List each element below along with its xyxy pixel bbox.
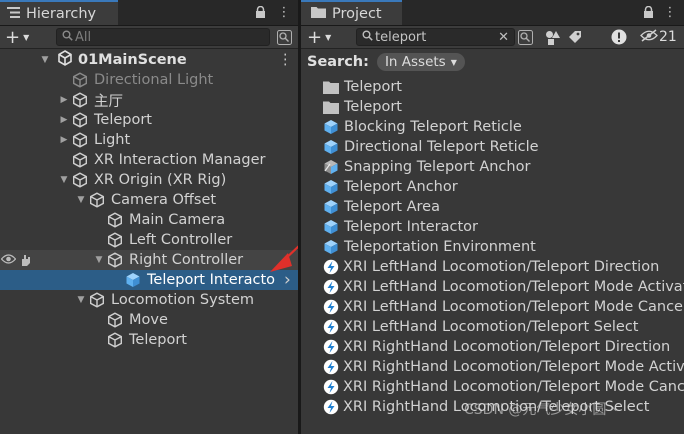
- prefab-variant-icon: [323, 159, 344, 175]
- asset-list-item[interactable]: XRI RightHand Locomotion/Teleport Mode C…: [323, 377, 684, 397]
- asset-label: XRI RightHand Locomotion/Teleport Direct…: [343, 339, 671, 355]
- search-scope-value: In Assets: [384, 54, 446, 70]
- search-scope-dropdown[interactable]: In Assets ▼: [376, 53, 465, 71]
- prefab-icon: [323, 179, 344, 195]
- hierarchy-panel: Hierarchy ⋮ + ▼ ▼ 01MainScene ⋮: [0, 0, 298, 434]
- input-action-icon: [323, 319, 343, 335]
- asset-list-item[interactable]: XRI RightHand Locomotion/Teleport Mode A…: [323, 357, 684, 377]
- eye-slash-icon: [640, 28, 658, 46]
- folder-icon: [323, 81, 344, 94]
- asset-list-item[interactable]: Teleportation Environment: [323, 237, 536, 257]
- asset-list-item[interactable]: Blocking Teleport Reticle: [323, 117, 522, 137]
- clear-search-icon[interactable]: ✕: [498, 30, 509, 45]
- chevron-down-icon: ▼: [450, 57, 457, 67]
- filter-by-label-icon[interactable]: [564, 28, 586, 46]
- folder-icon: [323, 101, 344, 114]
- create-asset-button[interactable]: + ▼: [307, 26, 332, 48]
- input-action-icon: [323, 379, 343, 395]
- search-icon: [362, 29, 373, 45]
- input-action-icon: [323, 359, 343, 375]
- asset-label: Blocking Teleport Reticle: [344, 119, 522, 135]
- asset-list-item[interactable]: Teleport Interactor: [323, 217, 478, 237]
- project-toolbar: + ▼ ✕ 21: [301, 26, 684, 49]
- search-scope-label: Search:: [307, 54, 369, 70]
- asset-list-item[interactable]: XRI RightHand Locomotion/Teleport Direct…: [323, 337, 670, 357]
- asset-label: Teleport Anchor: [344, 179, 458, 195]
- asset-list-item[interactable]: Teleport: [323, 97, 402, 117]
- asset-label: Snapping Teleport Anchor: [344, 159, 531, 175]
- annotation-arrow-icon: [270, 245, 298, 272]
- input-action-icon: [323, 399, 343, 415]
- asset-label: Teleport: [344, 99, 402, 115]
- prefab-icon: [323, 199, 344, 215]
- asset-label: Teleport Interactor: [344, 219, 479, 235]
- prefab-icon: [323, 239, 344, 255]
- asset-list-item[interactable]: Teleport Area: [323, 197, 440, 217]
- asset-list-item[interactable]: Teleport Anchor: [323, 177, 458, 197]
- asset-label: Teleport Area: [344, 199, 440, 215]
- watermark: CSDN @元气少女小圆丶: [464, 402, 621, 418]
- project-tab-bar: Project ⋮: [301, 0, 684, 26]
- tab-project[interactable]: Project: [301, 0, 402, 25]
- asset-list-item[interactable]: Teleport: [323, 77, 402, 97]
- search-by-type-icon[interactable]: [514, 28, 536, 46]
- hidden-packages-toggle[interactable]: 21: [640, 28, 677, 46]
- input-action-icon: [323, 259, 343, 275]
- prefab-icon: [323, 219, 344, 235]
- project-panel: Project ⋮ + ▼ ✕: [301, 0, 684, 434]
- asset-list-item[interactable]: XRI LeftHand Locomotion/Teleport Mode Ca…: [323, 297, 684, 317]
- filter-by-type-icon[interactable]: [541, 28, 563, 46]
- asset-label: XRI RightHand Locomotion/Teleport Mode C…: [343, 379, 684, 395]
- asset-label: Teleportation Environment: [344, 239, 536, 255]
- input-action-icon: [323, 279, 343, 295]
- asset-label: XRI LeftHand Locomotion/Teleport Mode Ca…: [343, 299, 684, 315]
- tab-project-label: Project: [332, 5, 382, 22]
- project-search-input[interactable]: [373, 29, 499, 45]
- lock-icon[interactable]: [639, 3, 657, 21]
- asset-label: XRI LeftHand Locomotion/Teleport Mode Ac…: [343, 279, 684, 295]
- asset-list-item[interactable]: Snapping Teleport Anchor: [323, 157, 530, 177]
- asset-label: XRI LeftHand Locomotion/Teleport Directi…: [343, 259, 660, 275]
- input-action-icon: [323, 299, 343, 315]
- hidden-count: 21: [659, 29, 677, 45]
- chevron-down-icon: ▼: [325, 32, 332, 42]
- error-filter-icon[interactable]: [608, 28, 630, 46]
- prefab-icon: [323, 119, 344, 135]
- prefab-icon: [323, 139, 344, 155]
- folder-icon: [311, 6, 326, 22]
- add-label: +: [307, 26, 323, 48]
- search-scope-bar: Search: In Assets ▼: [301, 49, 684, 75]
- asset-list-item[interactable]: XRI LeftHand Locomotion/Teleport Mode Ac…: [323, 277, 684, 297]
- input-action-icon: [323, 339, 343, 355]
- project-search[interactable]: ✕: [356, 28, 515, 46]
- asset-list-item[interactable]: Directional Teleport Reticle: [323, 137, 539, 157]
- asset-label: Directional Teleport Reticle: [344, 139, 539, 155]
- asset-label: XRI RightHand Locomotion/Teleport Mode A…: [343, 359, 684, 375]
- asset-label: Teleport: [344, 79, 402, 95]
- asset-list-item[interactable]: XRI LeftHand Locomotion/Teleport Directi…: [323, 257, 659, 277]
- more-options-icon[interactable]: ⋮: [661, 3, 679, 21]
- asset-label: XRI LeftHand Locomotion/Teleport Select: [343, 319, 639, 335]
- asset-list-item[interactable]: XRI LeftHand Locomotion/Teleport Select: [323, 317, 639, 337]
